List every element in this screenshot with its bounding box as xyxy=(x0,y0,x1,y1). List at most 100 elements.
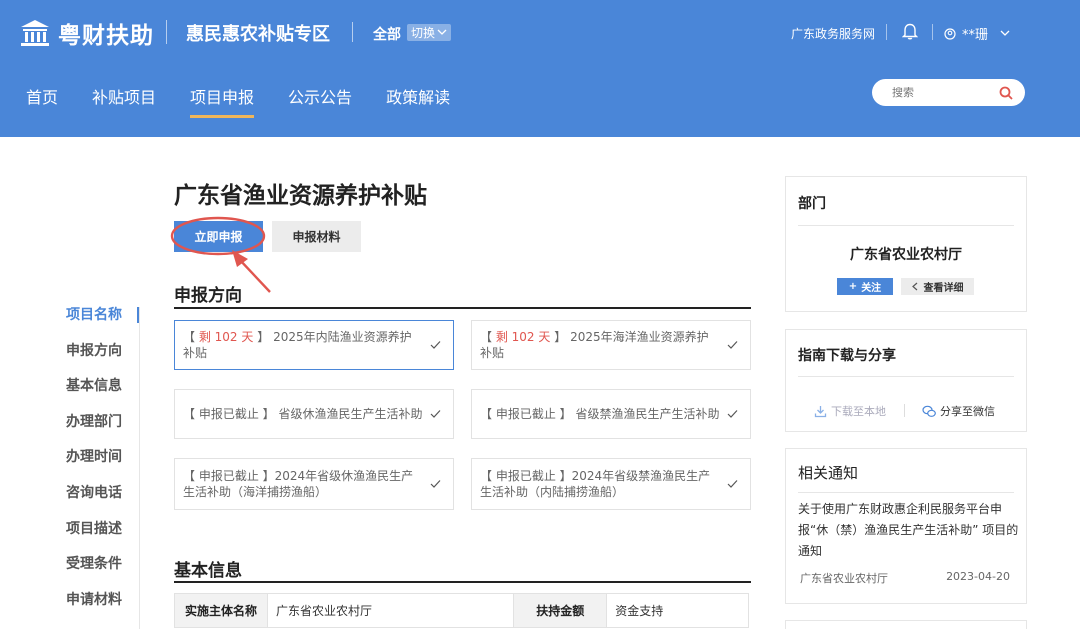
switch-label: 切换 xyxy=(411,26,436,40)
remaining-days: 剩 102 天 xyxy=(198,330,254,344)
basic-info-heading: 基本信息 xyxy=(174,561,242,581)
region-label: 全部 xyxy=(373,27,401,43)
direction-card[interactable]: 【 申报已截止 】 省级休渔渔民生产生活补助 xyxy=(174,389,454,439)
divider xyxy=(798,376,1014,377)
divider xyxy=(798,492,1014,493)
nav-project-apply[interactable]: 项目申报 xyxy=(190,84,255,118)
nav-announcements[interactable]: 公示公告 xyxy=(288,84,352,118)
divider xyxy=(904,404,905,417)
entity-label: 实施主体名称 xyxy=(174,593,268,628)
nav-policy[interactable]: 政策解读 xyxy=(386,84,450,118)
notice-link[interactable]: 关于使用广东财政惠企利民服务平台申报“休（禁）渔渔民生产生活补助” 项目的通知 xyxy=(798,499,1020,562)
check-icon xyxy=(430,480,441,488)
guide-panel: 指南下载与分享 下载至本地 分享至微信 xyxy=(785,329,1027,432)
download-icon xyxy=(814,405,827,417)
department-panel: 部门 广东省农业农村厅 + 关注 查看详细 xyxy=(785,176,1027,312)
follow-label: 关注 xyxy=(861,283,882,294)
gov-service-link[interactable]: 广东政务服务网 xyxy=(791,25,875,42)
search-input[interactable] xyxy=(892,86,982,99)
divider xyxy=(352,22,353,42)
direction-card[interactable]: 【 申报已截止 】2024年省级休渔渔民生产生活补助（海洋捕捞渔船） xyxy=(174,458,454,510)
anchor-track xyxy=(139,307,140,629)
brand-name: 粤财扶助 xyxy=(58,23,154,49)
detail-label: 查看详细 xyxy=(923,283,964,294)
section-rule xyxy=(174,581,751,583)
check-icon xyxy=(727,341,738,349)
divider xyxy=(166,20,167,44)
check-icon xyxy=(727,410,738,418)
direction-card[interactable]: 【 申报已截止 】2024年省级禁渔渔民生产生活补助（内陆捕捞渔船） xyxy=(471,458,751,510)
anchor-description[interactable]: 项目描述 xyxy=(66,519,122,555)
divider xyxy=(932,24,933,40)
download-button[interactable]: 下载至本地 xyxy=(814,403,886,419)
direction-text: 【 申报已截止 】 省级禁渔渔民生产生活补助 xyxy=(480,407,720,421)
nav-home[interactable]: 首页 xyxy=(26,84,58,118)
notice-panel: 相关通知 关于使用广东财政惠企利民服务平台申报“休（禁）渔渔民生产生活补助” 项… xyxy=(785,448,1027,604)
wechat-icon xyxy=(922,405,936,417)
chevron-down-icon xyxy=(1000,30,1010,36)
amount-label: 扶持金额 xyxy=(513,593,608,628)
direction-card[interactable]: 【 剩 102 天 】 2025年海洋渔业资源养护补贴 xyxy=(471,320,751,370)
search-box xyxy=(872,79,1025,106)
user-icon xyxy=(944,27,956,40)
share-label: 分享至微信 xyxy=(940,405,995,418)
notice-heading: 相关通知 xyxy=(798,464,859,482)
section-rule xyxy=(174,307,751,309)
apply-now-button[interactable]: 立即申报 xyxy=(174,221,263,252)
amount-value: 资金支持 xyxy=(606,593,749,628)
anchor-conditions[interactable]: 受理条件 xyxy=(66,554,122,590)
notice-date: 2023-04-20 xyxy=(946,570,1010,583)
user-name: **珊 xyxy=(962,28,989,43)
next-panel xyxy=(785,620,1027,629)
basic-info-table: 实施主体名称 广东省农业农村厅 扶持金额 资金支持 xyxy=(174,593,749,628)
top-header: 粤财扶助 惠民惠农补贴专区 全部 切换 广东政务服务网 **珊 首页 补贴项目 … xyxy=(0,0,1080,137)
follow-button[interactable]: + 关注 xyxy=(837,278,893,295)
section-anchor-nav: 项目名称 申报方向 基本信息 办理部门 办理时间 咨询电话 项目描述 受理条件 … xyxy=(66,305,122,625)
divider xyxy=(886,24,887,40)
chevron-down-icon xyxy=(437,29,447,35)
nav-subsidy-projects[interactable]: 补贴项目 xyxy=(92,84,156,118)
entity-value: 广东省农业农村厅 xyxy=(266,593,515,628)
page-title: 广东省渔业资源养护补贴 xyxy=(174,183,427,209)
direction-text: 【 申报已截止 】2024年省级禁渔渔民生产生活补助（内陆捕捞渔船） xyxy=(480,469,711,499)
direction-card[interactable]: 【 申报已截止 】 省级禁渔渔民生产生活补助 xyxy=(471,389,751,439)
table-row: 实施主体名称 广东省农业农村厅 扶持金额 资金支持 xyxy=(174,593,749,628)
dept-name: 广东省农业农村厅 xyxy=(850,247,962,263)
bell-icon[interactable] xyxy=(902,22,918,40)
anchor-time[interactable]: 办理时间 xyxy=(66,447,122,483)
share-wechat-button[interactable]: 分享至微信 xyxy=(922,403,995,419)
anchor-project-name[interactable]: 项目名称 xyxy=(66,305,122,341)
anchor-direction[interactable]: 申报方向 xyxy=(66,341,122,377)
check-icon xyxy=(430,341,441,349)
dept-heading: 部门 xyxy=(798,196,826,212)
check-icon xyxy=(727,480,738,488)
direction-text: 【 申报已截止 】 省级休渔渔民生产生活补助 xyxy=(183,407,423,421)
view-detail-button[interactable]: 查看详细 xyxy=(901,278,974,295)
notice-meta: 广东省农业农村厅 2023-04-20 xyxy=(800,570,1010,586)
anchor-department[interactable]: 办理部门 xyxy=(66,412,122,448)
notice-source: 广东省农业农村厅 xyxy=(800,572,888,585)
anchor-materials[interactable]: 申请材料 xyxy=(66,590,122,626)
materials-button[interactable]: 申报材料 xyxy=(272,221,361,252)
main-nav: 首页 补贴项目 项目申报 公示公告 政策解读 xyxy=(26,84,484,118)
direction-text: 【 剩 102 天 】 2025年海洋渔业资源养护补贴 xyxy=(480,330,709,360)
chevron-left-icon xyxy=(911,282,917,291)
plus-icon: + xyxy=(848,281,858,292)
guide-heading: 指南下载与分享 xyxy=(798,348,896,364)
anchor-phone[interactable]: 咨询电话 xyxy=(66,483,122,519)
building-logo-icon xyxy=(21,20,49,46)
anchor-active-indicator xyxy=(137,307,139,323)
direction-heading: 申报方向 xyxy=(174,286,242,306)
user-menu[interactable]: **珊 xyxy=(944,24,1010,43)
divider xyxy=(798,225,1014,226)
direction-card[interactable]: 【 剩 102 天 】 2025年内陆渔业资源养护补贴 xyxy=(174,320,454,370)
anchor-basic-info[interactable]: 基本信息 xyxy=(66,376,122,412)
zone-title: 惠民惠农补贴专区 xyxy=(186,24,330,45)
search-icon[interactable] xyxy=(999,86,1013,100)
check-icon xyxy=(430,410,441,418)
direction-text: 【 申报已截止 】2024年省级休渔渔民生产生活补助（海洋捕捞渔船） xyxy=(183,469,414,499)
region-switch-button[interactable]: 切换 xyxy=(407,24,452,41)
download-label: 下载至本地 xyxy=(831,405,886,418)
brand-logo[interactable]: 粤财扶助 xyxy=(18,16,154,50)
direction-text: 【 剩 102 天 】 2025年内陆渔业资源养护补贴 xyxy=(183,330,412,360)
